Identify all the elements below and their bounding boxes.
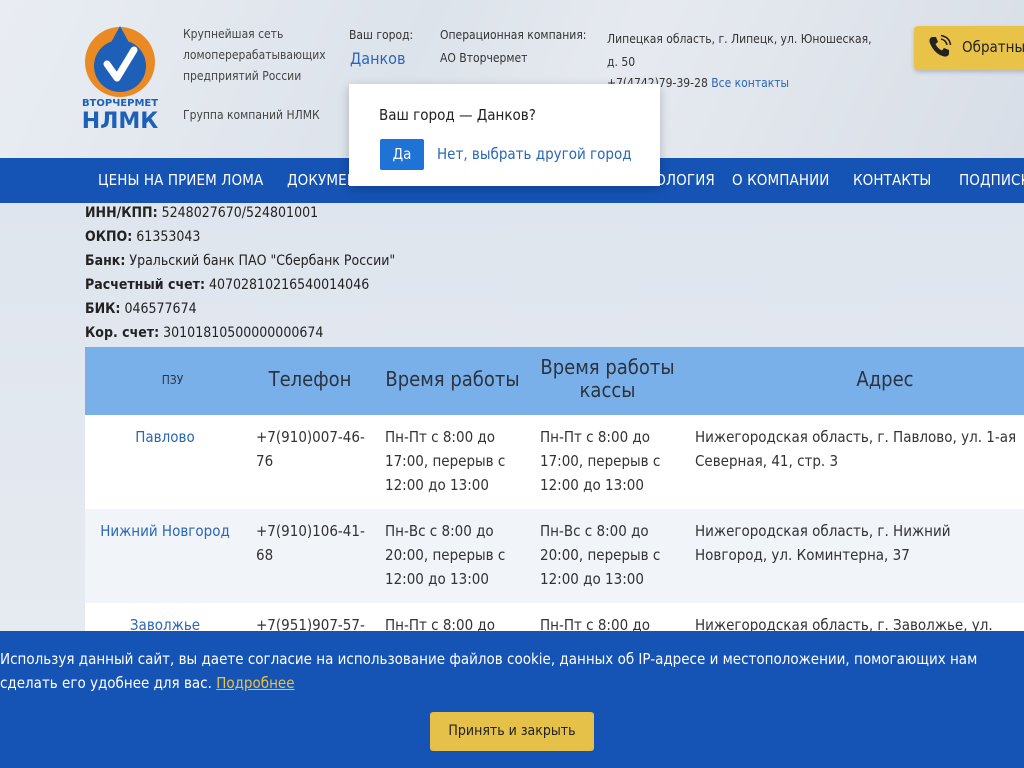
req-inn: ИНН/КПП: 5248027670/524801001: [85, 205, 318, 221]
req-bik: БИК: 046577674: [85, 301, 197, 317]
table-row: Нижний Новгород +7(910)106-41-68 Пн-Вс с…: [85, 509, 1024, 603]
cookie-text-block: Используя данный сайт, вы даете согласие…: [0, 647, 1024, 695]
nav-item-subscribe[interactable]: ПОДПИСКА: [959, 171, 1024, 189]
th-cash-hours: Время работы кассы: [540, 355, 675, 402]
req-label: Расчетный счет:: [85, 277, 205, 293]
city-label: Ваш город:: [349, 28, 414, 42]
logo-text-bottom: НЛМК: [82, 109, 158, 132]
nav-item-about[interactable]: О КОМПАНИИ: [732, 171, 829, 189]
cookie-more-link[interactable]: Подробнее: [216, 674, 294, 692]
pzu-hours: Пн-Вс с 8:00 до 20:00, перерыв с 12:00 д…: [385, 522, 506, 588]
req-value: 30101810500000000674: [163, 325, 324, 341]
req-label: Кор. счет:: [85, 325, 160, 341]
th-address: Адрес: [856, 367, 914, 391]
pzu-cash-hours: Пн-Пт с 8:00 до 17:00, перерыв с 12:00 д…: [540, 428, 661, 494]
th-hours: Время работы: [385, 367, 520, 391]
th-phone: Телефон: [268, 367, 352, 391]
phone-icon: [929, 34, 952, 57]
req-value: 61353043: [136, 229, 201, 245]
pzu-link[interactable]: Павлово: [85, 425, 245, 449]
vtorchermet-logo[interactable]: ВТОРЧЕРМЕТ НЛМК: [82, 24, 158, 132]
pzu-phone: +7(910)007-46-76: [256, 428, 365, 470]
th-pzu: ПЗУ: [161, 373, 184, 387]
req-account: Расчетный счет: 40702810216540014046: [85, 277, 369, 293]
city-confirm-popup: Ваш город — Данков? Да Нет, выбрать друг…: [349, 84, 660, 186]
table-header: ПЗУ Телефон Время работы Время работы ка…: [85, 347, 1024, 415]
all-contacts-link[interactable]: Все контакты: [711, 76, 789, 90]
pzu-cash-hours: Пн-Вс с 8:00 до 20:00, перерыв с 12:00 д…: [540, 522, 661, 588]
pzu-phone: +7(910)106-41-68: [256, 522, 365, 564]
pzu-address: Нижегородская область, г. Павлово, ул. 1…: [695, 428, 1017, 470]
nav-item-contacts[interactable]: КОНТАКТЫ: [853, 171, 931, 189]
operator-label: Операционная компания:: [440, 28, 587, 42]
req-value: 046577674: [124, 301, 197, 317]
cookie-banner: Используя данный сайт, вы даете согласие…: [0, 631, 1024, 768]
table-row: Павлово +7(910)007-46-76 Пн-Пт с 8:00 до…: [85, 415, 1024, 509]
city-confirm-question: Ваш город — Данков?: [379, 106, 536, 124]
pzu-address: Нижегородская область, г. Нижний Новгоро…: [695, 522, 951, 564]
pzu-link[interactable]: Нижний Новгород: [85, 519, 245, 543]
city-confirm-yes-button[interactable]: Да: [380, 139, 424, 170]
nav-item-prices[interactable]: ЦЕНЫ НА ПРИЕМ ЛОМА: [98, 171, 263, 189]
req-corr: Кор. счет: 30101810500000000674: [85, 325, 323, 341]
callback-button[interactable]: Обратный звонок: [914, 26, 1024, 70]
req-label: ОКПО:: [85, 229, 133, 245]
req-label: БИК:: [85, 301, 121, 317]
logo-text-top: ВТОРЧЕРМЕТ: [82, 98, 158, 109]
pzu-hours: Пн-Пт с 8:00 до 17:00, перерыв с 12:00 д…: [385, 428, 506, 494]
tagline: Крупнейшая сеть ломоперерабатывающих пре…: [183, 27, 326, 83]
cookie-message: Используя данный сайт, вы даете согласие…: [0, 650, 978, 692]
req-value: 40702810216540014046: [208, 277, 370, 293]
req-label: ИНН/КПП:: [85, 205, 158, 221]
callback-label: Обратный звонок: [962, 38, 1024, 56]
cookie-accept-button[interactable]: Принять и закрыть: [430, 712, 594, 751]
company-address: Липецкая область, г. Липецк, ул. Юношеск…: [607, 32, 872, 69]
req-bank: Банк: Уральский банк ПАО "Сбербанк Росси…: [85, 253, 395, 269]
req-value: 5248027670/524801001: [161, 205, 319, 221]
city-choose-other-link[interactable]: Нет, выбрать другой город: [437, 145, 632, 163]
req-value: Уральский банк ПАО "Сбербанк России": [129, 253, 396, 269]
req-label: Банк:: [85, 253, 126, 269]
city-selector[interactable]: Данков: [350, 49, 405, 68]
operator-value: АО Вторчермет: [440, 51, 528, 65]
req-okpo: ОКПО: 61353043: [85, 229, 200, 245]
group-name: Группа компаний НЛМК: [183, 108, 320, 122]
